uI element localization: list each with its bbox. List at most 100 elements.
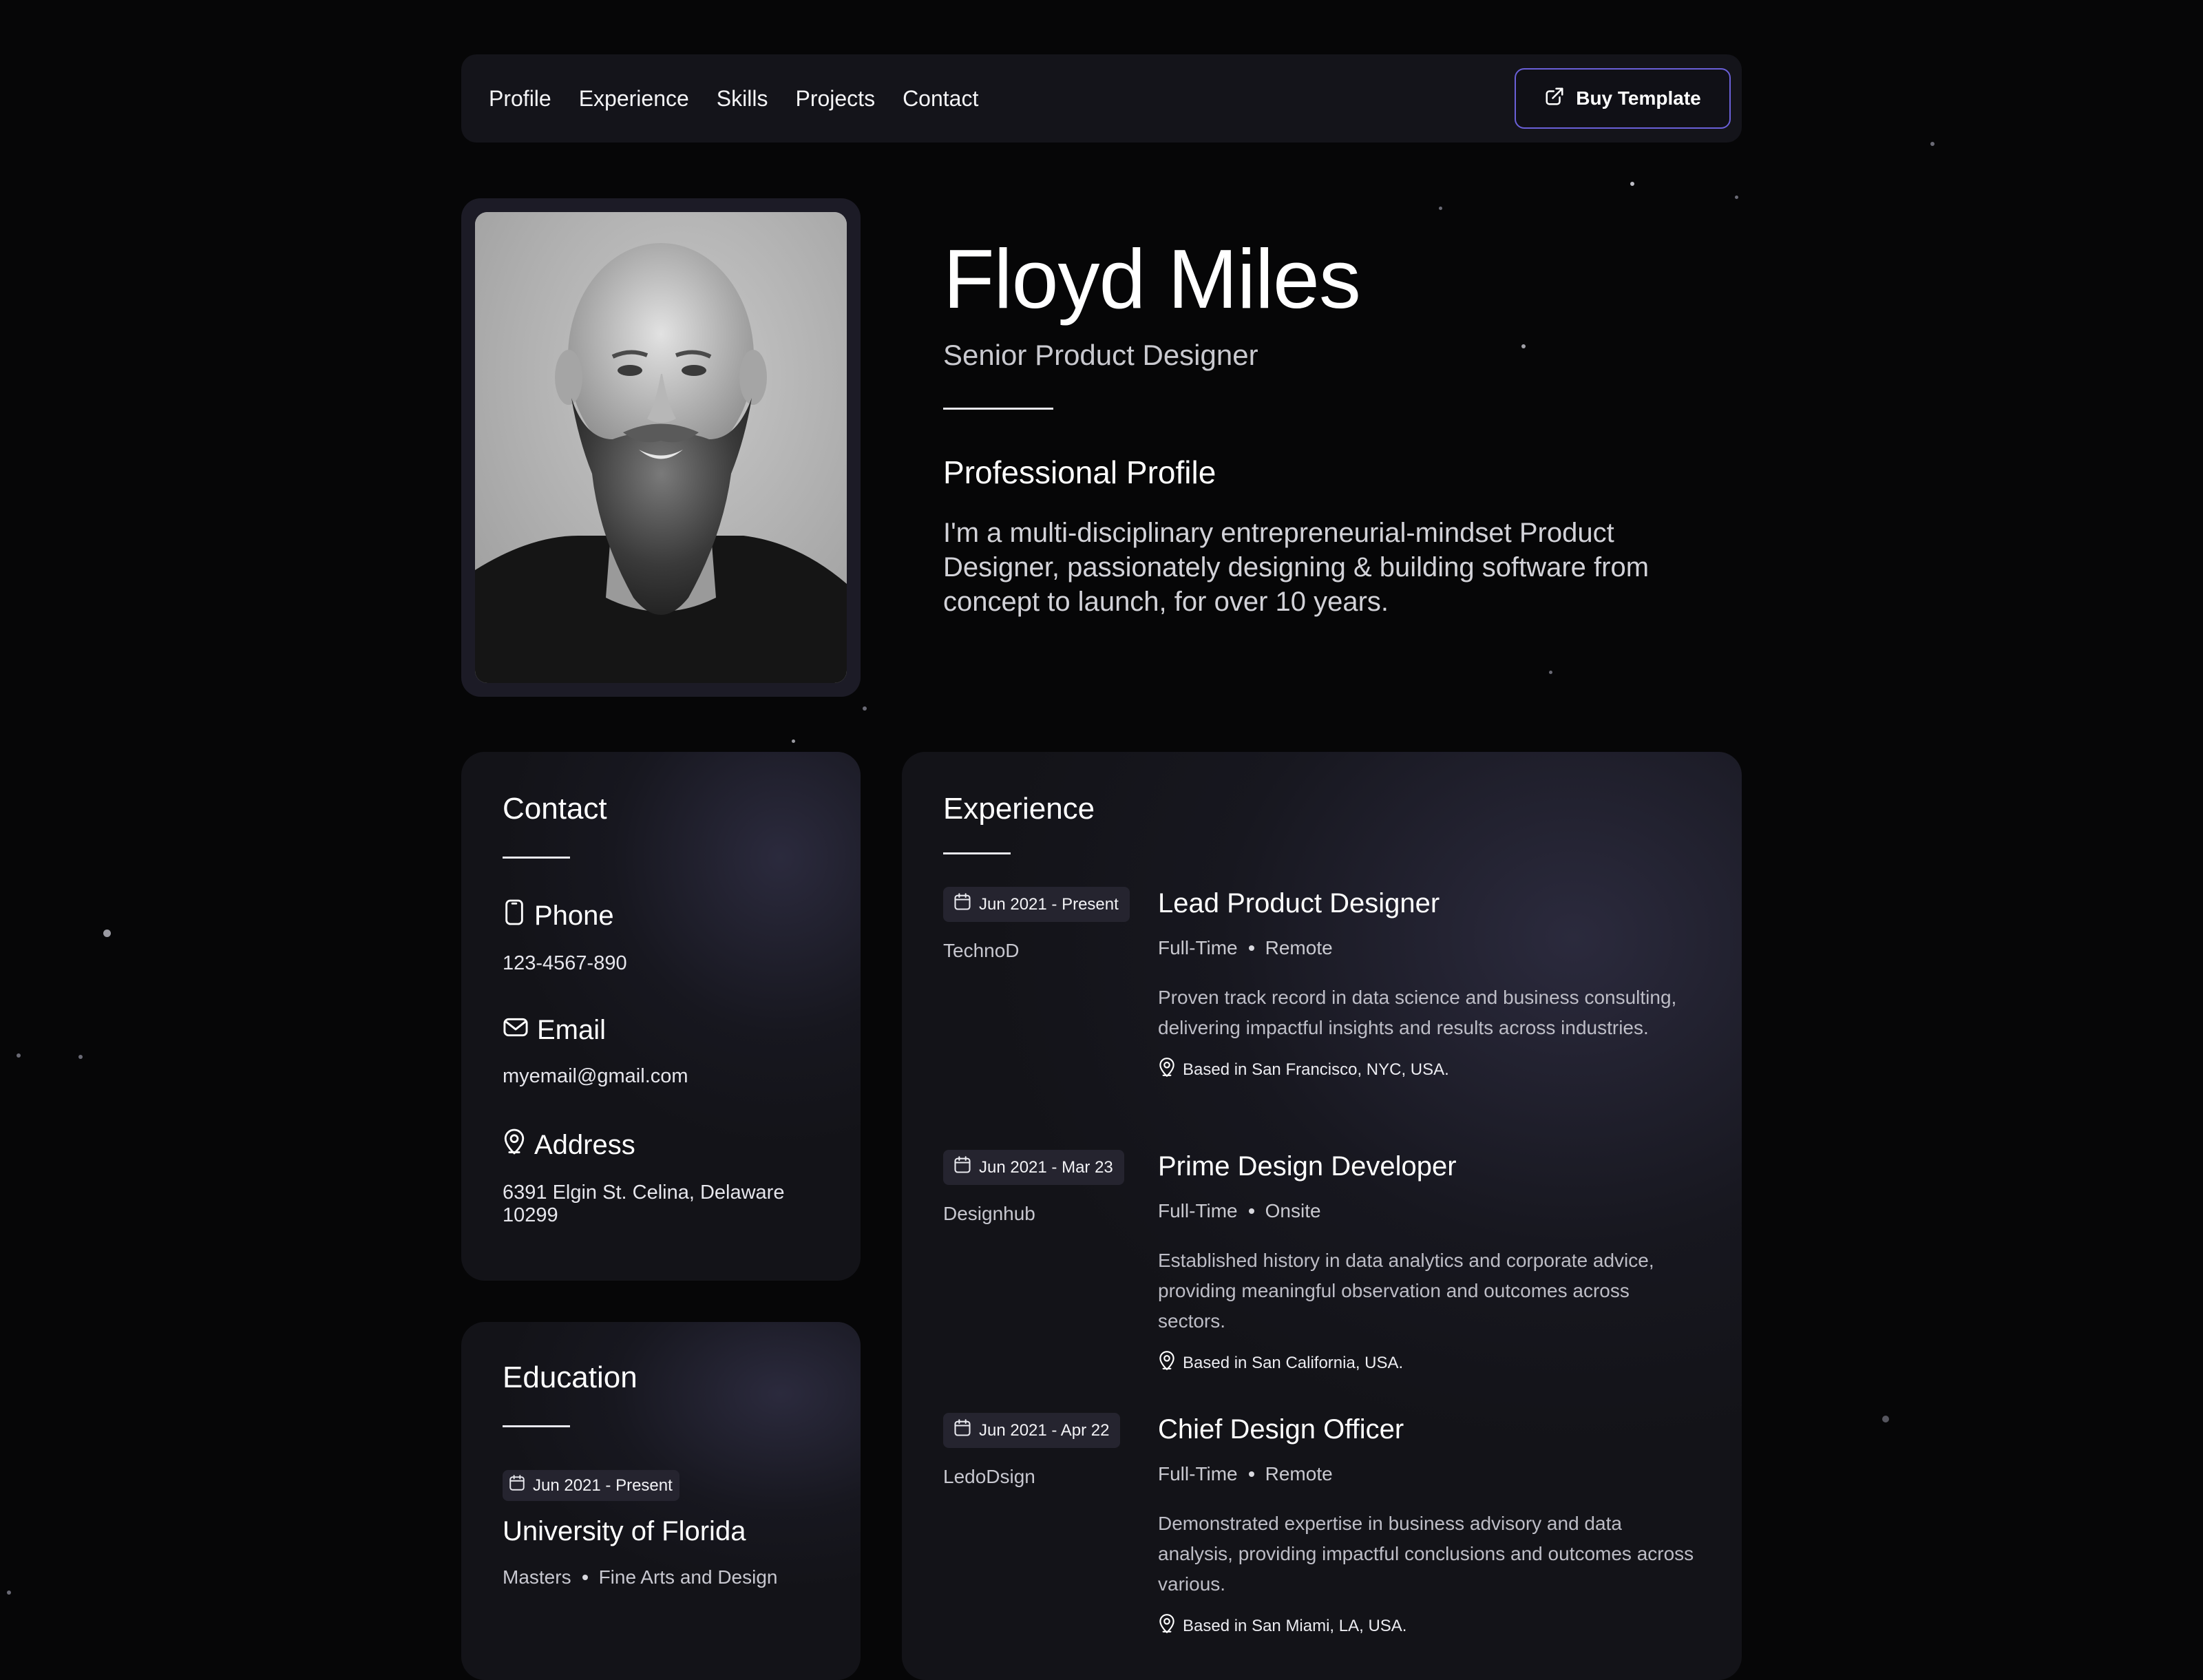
experience-job-title: Lead Product Designer (1158, 888, 1440, 918)
experience-entry: Jun 2021 - Present TechnoD Lead Product … (943, 887, 1700, 1107)
star-decoration (792, 739, 795, 743)
star-decoration (1930, 142, 1935, 146)
contact-label-phone: Phone (534, 900, 614, 931)
education-title: Education (503, 1361, 637, 1394)
employment-type: Full-Time (1158, 1463, 1238, 1484)
nav-link-profile[interactable]: Profile (489, 86, 551, 112)
education-card: Education Jun 2021 - Present University … (461, 1322, 861, 1680)
experience-company: LedoDsign (943, 1466, 1035, 1487)
top-navbar: Profile Experience Skills Projects Conta… (461, 54, 1742, 143)
profile-photo-frame (461, 198, 861, 697)
star-decoration (17, 1053, 21, 1058)
buy-template-button[interactable]: Buy Template (1515, 68, 1731, 129)
star-decoration (7, 1590, 11, 1595)
profile-role: Senior Product Designer (943, 339, 1258, 371)
external-link-icon (1544, 86, 1565, 112)
experience-date-badge: Jun 2021 - Mar 23 (943, 1150, 1124, 1185)
nav-link-projects[interactable]: Projects (795, 86, 875, 112)
nav-links: Profile Experience Skills Projects Conta… (489, 86, 978, 112)
star-decoration (1882, 1416, 1889, 1422)
star-decoration (78, 1055, 83, 1059)
education-degree: Masters (503, 1566, 571, 1588)
work-mode: Remote (1265, 1463, 1333, 1484)
calendar-icon (508, 1474, 526, 1497)
experience-card: Experience Jun 2021 - Present TechnoD Le… (902, 752, 1742, 1680)
nav-link-experience[interactable]: Experience (579, 86, 689, 112)
experience-entry: Jun 2021 - Mar 23 Designhub Prime Design… (943, 1150, 1702, 1372)
work-mode: Onsite (1265, 1200, 1321, 1221)
experience-meta: Full-Time Remote (1158, 937, 1702, 959)
education-school: University of Florida (503, 1516, 746, 1546)
education-date-badge: Jun 2021 - Present (503, 1470, 679, 1501)
separator-dot (1248, 1471, 1254, 1477)
experience-date: Jun 2021 - Mar 23 (979, 1157, 1113, 1177)
divider (503, 1425, 570, 1427)
experience-location-text: Based in San California, USA. (1183, 1353, 1404, 1372)
star-decoration (1549, 671, 1552, 674)
calendar-icon (953, 892, 972, 916)
experience-date-badge: Jun 2021 - Apr 22 (943, 1413, 1121, 1448)
experience-title: Experience (943, 792, 1095, 826)
experience-description: Demonstrated expertise in business advis… (1158, 1513, 1694, 1595)
experience-date: Jun 2021 - Apr 22 (979, 1420, 1110, 1440)
experience-location: Based in San California, USA. (1158, 1350, 1702, 1376)
mail-icon (503, 1015, 529, 1046)
address-value: 6391 Elgin St. Celina, Delaware 10299 (503, 1182, 785, 1226)
experience-date: Jun 2021 - Present (979, 894, 1119, 914)
star-decoration (1735, 196, 1738, 199)
experience-location-text: Based in San Francisco, NYC, USA. (1183, 1060, 1449, 1079)
experience-entry: Jun 2021 - Apr 22 LedoDsign Chief Design… (943, 1413, 1702, 1635)
experience-job-title: Prime Design Developer (1158, 1151, 1457, 1182)
phone-value[interactable]: 123-4567-890 (503, 952, 833, 975)
education-date: Jun 2021 - Present (533, 1476, 673, 1495)
professional-profile-heading: Professional Profile (943, 454, 1216, 490)
experience-job-title: Chief Design Officer (1158, 1414, 1404, 1445)
contact-item-address: Address 6391 Elgin St. Celina, Delaware … (503, 1128, 833, 1227)
star-decoration (863, 706, 867, 711)
hero-section: Floyd Miles Senior Product Designer Prof… (943, 227, 1742, 619)
profile-bio: I'm a multi-disciplinary entrepreneurial… (943, 518, 1649, 617)
experience-company: TechnoD (943, 940, 1020, 961)
map-pin-icon (503, 1128, 526, 1162)
contact-title: Contact (503, 792, 607, 826)
phone-icon (503, 899, 526, 933)
experience-location: Based in San Miami, LA, USA. (1158, 1613, 1702, 1639)
nav-link-contact[interactable]: Contact (903, 86, 978, 112)
contact-item-phone: Phone 123-4567-890 (503, 899, 833, 975)
separator-dot (582, 1575, 588, 1580)
star-decoration (1439, 207, 1442, 210)
experience-description: Established history in data analytics an… (1158, 1250, 1654, 1332)
contact-label-email: Email (537, 1015, 607, 1045)
divider (943, 408, 1053, 410)
education-field: Fine Arts and Design (598, 1566, 778, 1588)
employment-type: Full-Time (1158, 1200, 1238, 1221)
buy-template-label: Buy Template (1576, 87, 1701, 109)
star-decoration (1630, 182, 1634, 186)
employment-type: Full-Time (1158, 937, 1238, 958)
map-pin-icon (1158, 1350, 1176, 1376)
contact-item-email: Email myemail@gmail.com (503, 1015, 833, 1088)
separator-dot (1248, 1208, 1254, 1214)
contact-card: Contact Phone 123-4567-890 Email myemail… (461, 752, 861, 1281)
experience-company: Designhub (943, 1203, 1035, 1224)
work-mode: Remote (1265, 937, 1333, 958)
experience-meta: Full-Time Remote (1158, 1463, 1702, 1485)
experience-location-text: Based in San Miami, LA, USA. (1183, 1616, 1407, 1635)
experience-meta: Full-Time Onsite (1158, 1200, 1702, 1222)
profile-photo (475, 212, 847, 683)
experience-date-badge: Jun 2021 - Present (943, 887, 1130, 922)
divider (943, 852, 1011, 854)
calendar-icon (953, 1155, 972, 1179)
contact-label-address: Address (534, 1129, 635, 1160)
star-decoration (103, 930, 111, 937)
separator-dot (1248, 945, 1254, 951)
nav-link-skills[interactable]: Skills (717, 86, 768, 112)
profile-name: Floyd Miles (943, 232, 1361, 326)
email-value[interactable]: myemail@gmail.com (503, 1065, 833, 1088)
divider (503, 857, 570, 859)
map-pin-icon (1158, 1613, 1176, 1639)
experience-description: Proven track record in data science and … (1158, 987, 1677, 1038)
education-meta: Masters Fine Arts and Design (503, 1566, 833, 1588)
experience-location: Based in San Francisco, NYC, USA. (1158, 1057, 1702, 1082)
calendar-icon (953, 1418, 972, 1442)
